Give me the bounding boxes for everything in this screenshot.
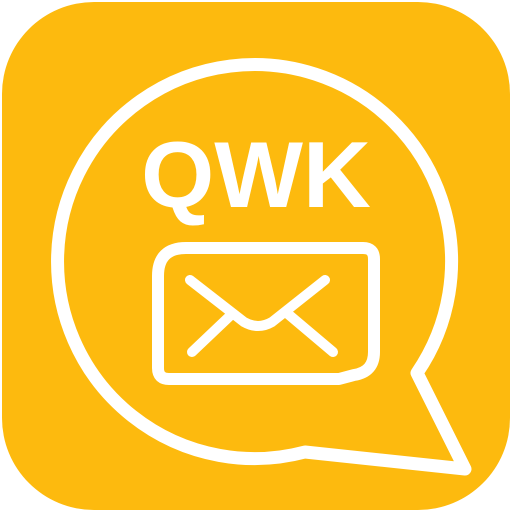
- app-icon-graphic: QWK: [2, 2, 510, 510]
- icon-background: [2, 2, 510, 510]
- app-name-label: QWK: [141, 122, 371, 227]
- app-icon[interactable]: QWK: [0, 0, 512, 512]
